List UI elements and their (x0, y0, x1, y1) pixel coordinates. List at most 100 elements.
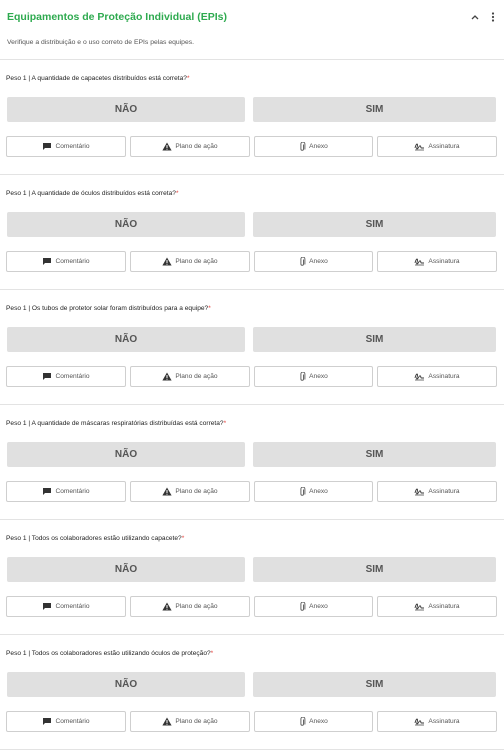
signature-button[interactable]: Assinatura (377, 711, 497, 732)
comment-button[interactable]: Comentário (6, 596, 126, 617)
comment-label: Comentário (55, 258, 90, 265)
signature-label: Assinatura (428, 718, 460, 725)
question-text: Peso 1 | Todos os colaboradores estão ut… (6, 650, 214, 657)
attachment-button[interactable]: Anexo (254, 596, 373, 617)
comment-icon (43, 603, 52, 610)
action-plan-label: Plano de ação (175, 603, 218, 610)
attachment-button[interactable]: Anexo (254, 366, 373, 387)
action-plan-button[interactable]: Plano de ação (130, 251, 250, 272)
comment-label: Comentário (55, 718, 90, 725)
warning-icon (162, 142, 173, 151)
question-item: Peso 1 | A quantidade de óculos distribu… (0, 175, 504, 290)
required-marker: * (208, 305, 211, 312)
comment-icon (43, 488, 52, 495)
comment-button[interactable]: Comentário (6, 366, 126, 387)
attachment-label: Anexo (309, 143, 328, 150)
attachment-label: Anexo (309, 603, 328, 610)
question-item: Peso 1 | Todos os colaboradores estão ut… (0, 635, 504, 750)
action-plan-button[interactable]: Plano de ação (130, 481, 250, 502)
signature-label: Assinatura (428, 488, 460, 495)
question-text: Peso 1 | Todos os colaboradores estão ut… (6, 535, 185, 542)
answer-no-button[interactable]: NÃO (7, 212, 245, 237)
signature-button[interactable]: Assinatura (377, 481, 497, 502)
warning-icon (162, 487, 173, 496)
signature-icon (414, 373, 425, 381)
action-plan-label: Plano de ação (175, 143, 218, 150)
question-text: Peso 1 | A quantidade de capacetes distr… (6, 75, 190, 82)
comment-button[interactable]: Comentário (6, 136, 126, 157)
comment-label: Comentário (55, 603, 90, 610)
comment-button[interactable]: Comentário (6, 711, 126, 732)
paperclip-icon (300, 141, 306, 151)
question-text: Peso 1 | A quantidade de óculos distribu… (6, 190, 179, 197)
question-item: Peso 1 | Os tubos de protetor solar fora… (0, 290, 504, 405)
comment-icon (43, 373, 52, 380)
attachment-label: Anexo (309, 718, 328, 725)
comment-icon (43, 718, 52, 725)
required-marker: * (186, 75, 190, 82)
signature-label: Assinatura (428, 143, 460, 150)
attachment-label: Anexo (309, 258, 328, 265)
section-subtitle: Verifique a distribuição e o uso correto… (7, 39, 195, 46)
answer-no-button[interactable]: NÃO (7, 97, 245, 122)
answer-yes-button[interactable]: SIM (253, 442, 496, 467)
action-plan-label: Plano de ação (175, 373, 218, 380)
question-item: Peso 1 | A quantidade de máscaras respir… (0, 405, 504, 520)
signature-icon (414, 258, 425, 266)
signature-label: Assinatura (428, 603, 460, 610)
action-plan-button[interactable]: Plano de ação (130, 596, 250, 617)
comment-button[interactable]: Comentário (6, 251, 126, 272)
signature-icon (414, 718, 425, 726)
answer-no-button[interactable]: NÃO (7, 557, 245, 582)
action-plan-button[interactable]: Plano de ação (130, 136, 250, 157)
answer-yes-button[interactable]: SIM (253, 97, 496, 122)
signature-button[interactable]: Assinatura (377, 251, 497, 272)
action-plan-label: Plano de ação (175, 258, 218, 265)
comment-icon (43, 258, 52, 265)
action-plan-label: Plano de ação (175, 488, 218, 495)
comment-label: Comentário (55, 488, 90, 495)
attachment-button[interactable]: Anexo (254, 251, 373, 272)
comment-button[interactable]: Comentário (6, 481, 126, 502)
required-marker: * (210, 650, 214, 657)
signature-icon (414, 143, 425, 151)
comment-label: Comentário (55, 373, 90, 380)
signature-label: Assinatura (428, 258, 460, 265)
signature-icon (414, 488, 425, 496)
more-vertical-icon[interactable] (486, 9, 500, 25)
action-plan-label: Plano de ação (175, 718, 218, 725)
comment-label: Comentário (55, 143, 90, 150)
attachment-button[interactable]: Anexo (254, 136, 373, 157)
warning-icon (162, 717, 173, 726)
warning-icon (162, 372, 173, 381)
question-text: Peso 1 | Os tubos de protetor solar fora… (6, 305, 211, 312)
chevron-up-icon[interactable] (468, 9, 482, 25)
signature-button[interactable]: Assinatura (377, 596, 497, 617)
answer-no-button[interactable]: NÃO (7, 442, 245, 467)
action-plan-button[interactable]: Plano de ação (130, 711, 250, 732)
signature-button[interactable]: Assinatura (377, 136, 497, 157)
answer-yes-button[interactable]: SIM (253, 672, 496, 697)
required-marker: * (175, 190, 179, 197)
warning-icon (162, 257, 173, 266)
section-header: Equipamentos de Proteção Individual (EPI… (0, 0, 504, 60)
answer-yes-button[interactable]: SIM (253, 327, 496, 352)
attachment-label: Anexo (309, 488, 328, 495)
signature-button[interactable]: Assinatura (377, 366, 497, 387)
answer-yes-button[interactable]: SIM (253, 212, 496, 237)
action-plan-button[interactable]: Plano de ação (130, 366, 250, 387)
comment-icon (43, 143, 52, 150)
question-text: Peso 1 | A quantidade de máscaras respir… (6, 420, 227, 427)
attachment-button[interactable]: Anexo (254, 711, 373, 732)
question-item: Peso 1 | A quantidade de capacetes distr… (0, 60, 504, 175)
signature-label: Assinatura (428, 373, 460, 380)
required-marker: * (181, 535, 185, 542)
attachment-button[interactable]: Anexo (254, 481, 373, 502)
answer-no-button[interactable]: NÃO (7, 672, 245, 697)
paperclip-icon (300, 371, 306, 381)
answer-yes-button[interactable]: SIM (253, 557, 496, 582)
paperclip-icon (300, 601, 306, 611)
attachment-label: Anexo (309, 373, 328, 380)
paperclip-icon (300, 256, 306, 266)
answer-no-button[interactable]: NÃO (7, 327, 245, 352)
